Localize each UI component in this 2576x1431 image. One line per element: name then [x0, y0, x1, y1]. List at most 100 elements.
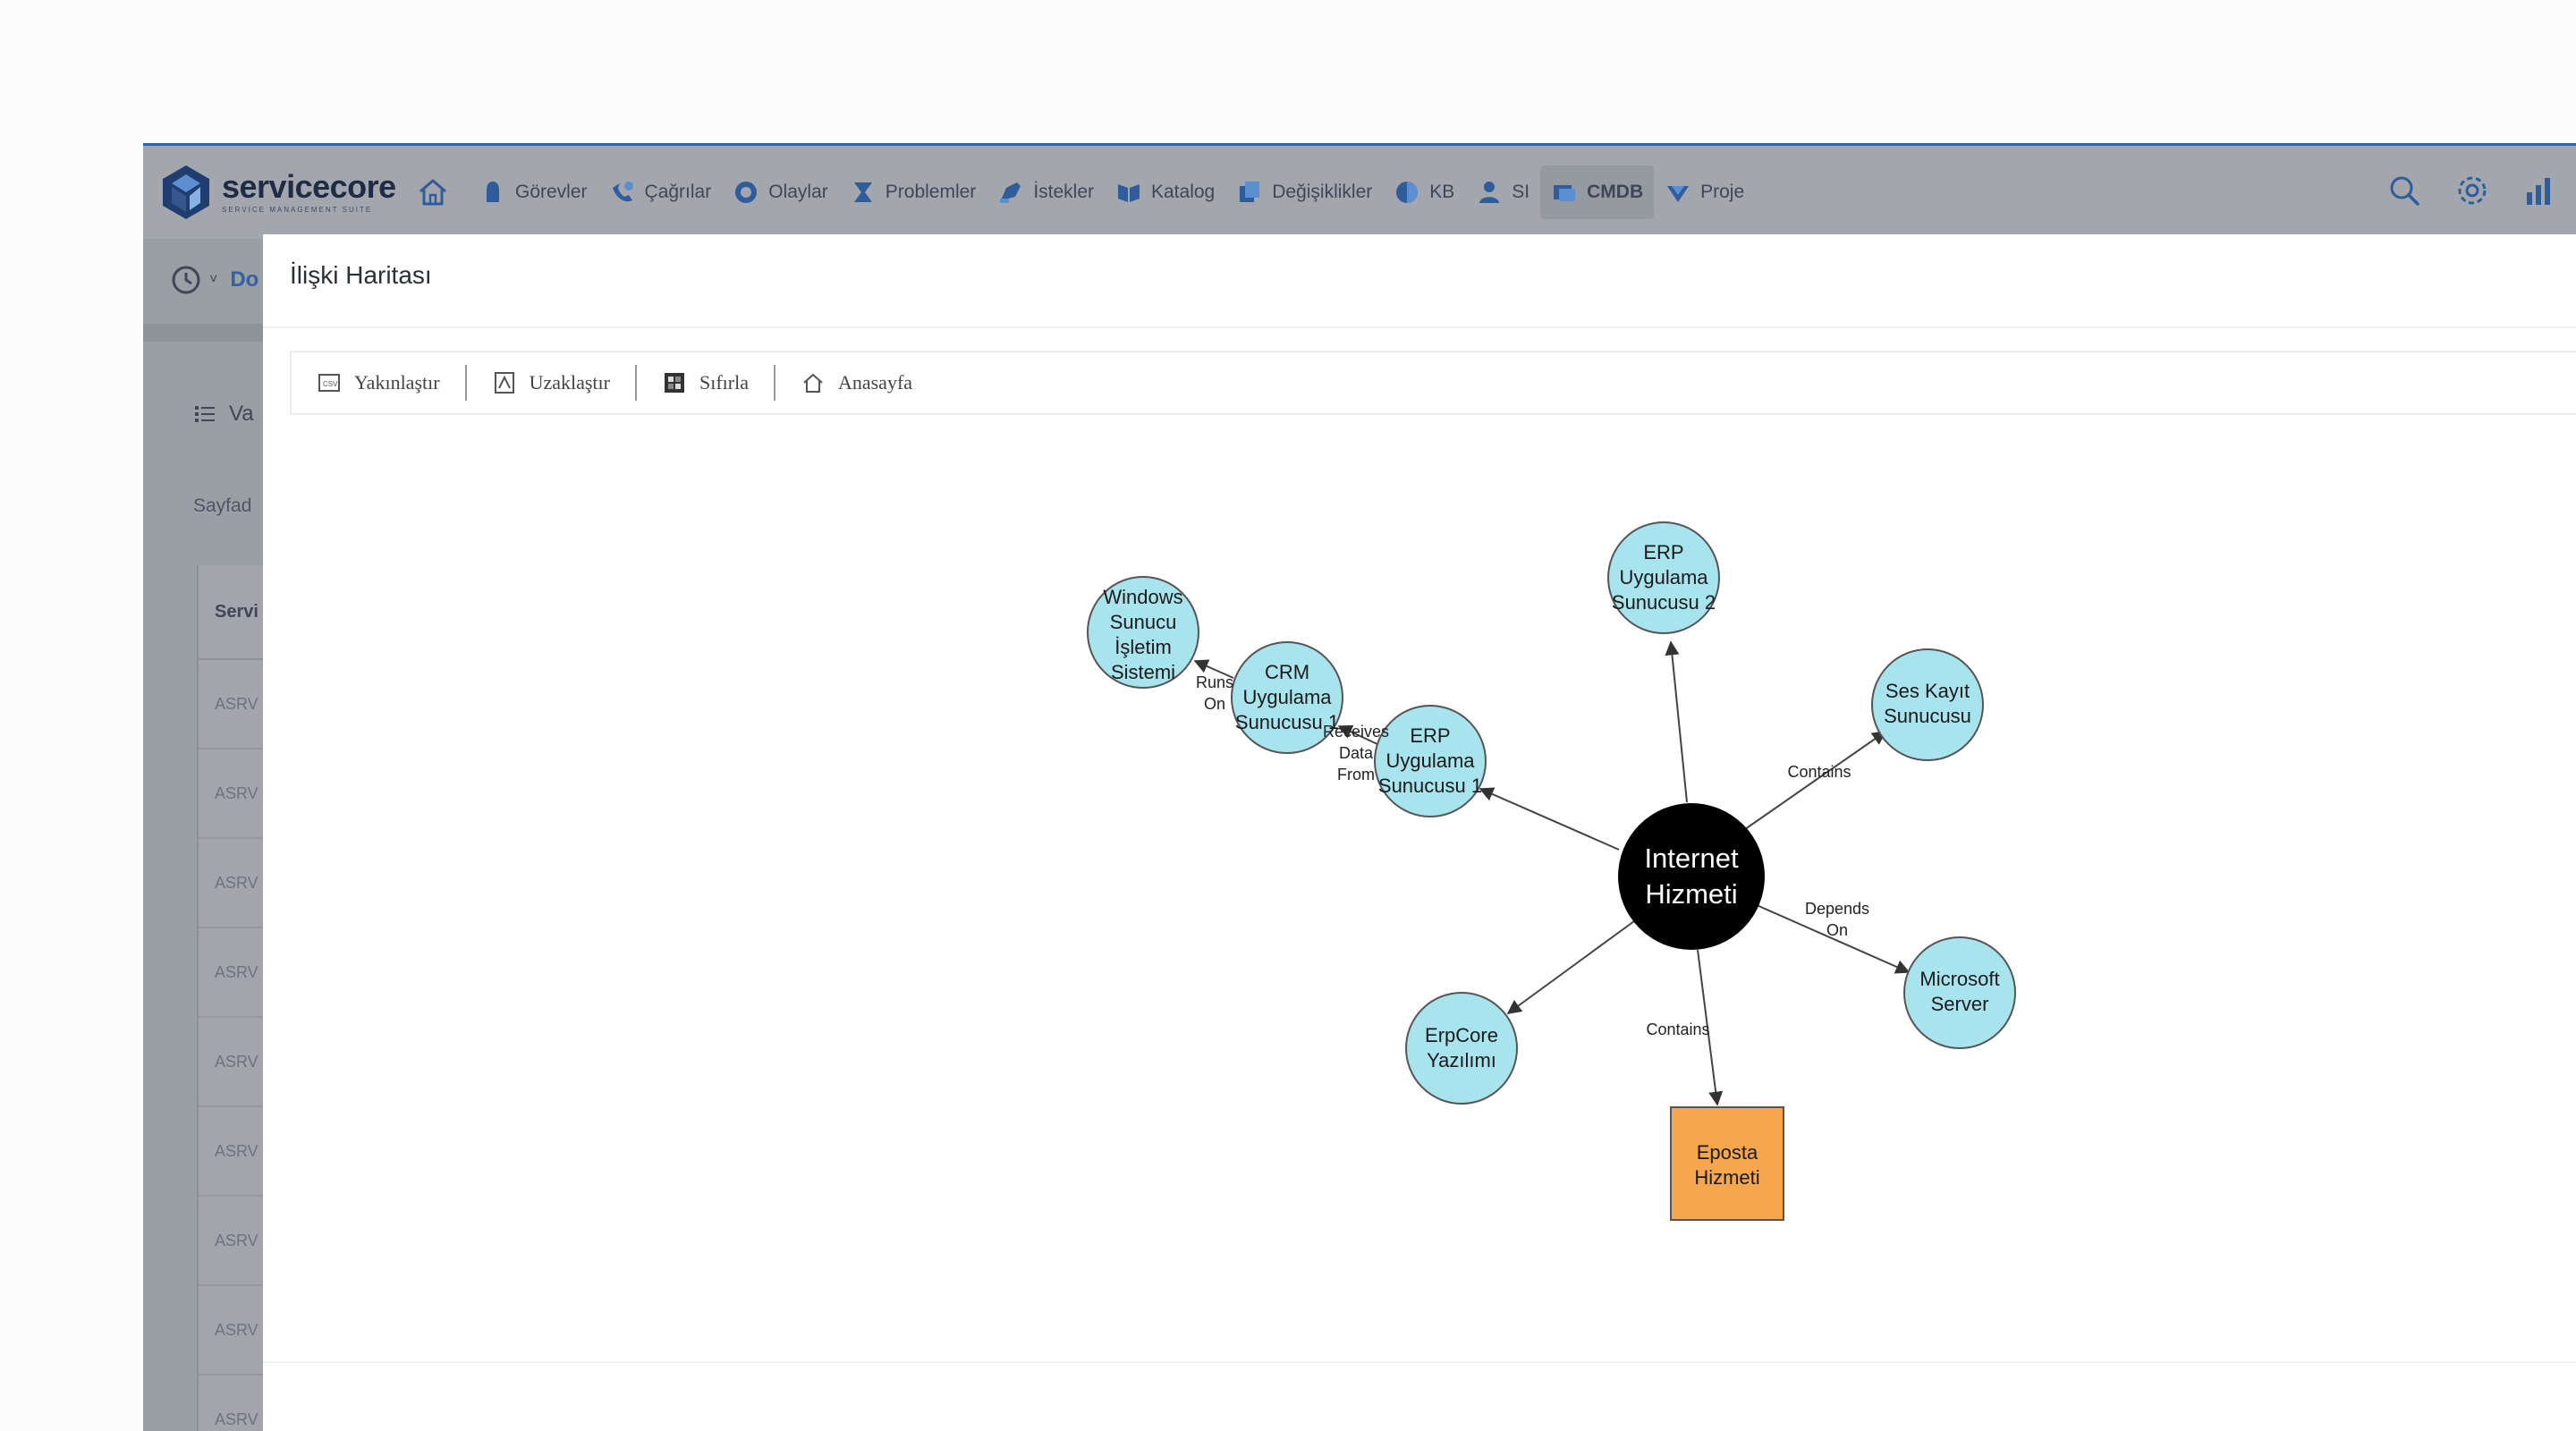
kb-icon — [1396, 182, 1419, 203]
edge-label-crm-windows-1: Runs — [1196, 673, 1233, 691]
node-erp1[interactable]: ERP Uygulama Sunucusu 1 — [1374, 705, 1487, 817]
nav-catalog-label: Katalog — [1151, 182, 1216, 202]
node-center-line1: Internet — [1644, 843, 1739, 874]
node-windows-line1: Windows — [1103, 586, 1182, 608]
node-windows-line3: İşletim — [1114, 636, 1172, 658]
home-icon[interactable] — [415, 174, 451, 210]
history-clock-icon[interactable] — [170, 264, 202, 296]
zoom-in-button[interactable]: CSV Yakınlaştır — [292, 365, 465, 401]
nav-project[interactable]: Proje — [1654, 165, 1755, 219]
nav-catalog[interactable]: Katalog — [1105, 165, 1225, 219]
node-erpcore[interactable]: ErpCore Yazılımı — [1405, 992, 1518, 1105]
nav-requests-label: İstekler — [1033, 182, 1094, 202]
brand-tagline: SERVICE MANAGEMENT SUITE — [222, 206, 373, 214]
node-erp2-line2: Uygulama — [1619, 566, 1708, 588]
nav-kb-label: KB — [1429, 182, 1455, 202]
home-label: Anasayfa — [837, 371, 913, 394]
modal-title: İlişki Haritası — [290, 261, 432, 289]
list-title-text: Va — [229, 402, 254, 426]
nav-changes-label: Değişiklikler — [1272, 182, 1373, 202]
edge-label-erp1-crm-1: Receives — [1323, 723, 1389, 741]
node-erpcore-line1: ErpCore — [1425, 1024, 1498, 1046]
edge-label-ses: Contains — [1787, 763, 1851, 781]
list-title: Va — [193, 402, 254, 427]
nav-problems-label: Problemler — [885, 182, 977, 202]
reset-icon — [664, 373, 684, 393]
catalog-icon — [1118, 184, 1140, 202]
chevron-down-icon[interactable]: ˅ — [209, 272, 217, 288]
requests-icon — [1000, 182, 1021, 203]
brand-logo[interactable]: servicecore SERVICE MANAGEMENT SUITE — [157, 164, 401, 221]
nav-incidents-label: Olaylar — [768, 182, 828, 202]
zoom-out-icon — [494, 372, 514, 394]
problems-icon — [853, 182, 872, 202]
nav-kb[interactable]: KB — [1383, 165, 1465, 219]
edge-label-erp1-crm-3: From — [1337, 766, 1375, 783]
edge-center-erp1 — [1479, 787, 1620, 851]
node-ses-line1: Ses Kayıt — [1885, 680, 1970, 702]
svg-text:CSV: CSV — [323, 380, 338, 388]
zoom-out-label: Uzaklaştır — [529, 371, 610, 394]
node-eposta-line2: Hizmeti — [1694, 1166, 1759, 1189]
node-microsoft-line2: Server — [1931, 993, 1989, 1015]
top-navbar: servicecore SERVICE MANAGEMENT SUITE Gör… — [143, 143, 2576, 239]
node-erp2-line3: Sunucusu 2 — [1612, 591, 1716, 614]
nav-cmdb[interactable]: CMDB — [1540, 165, 1655, 219]
node-erpcore-line2: Yazılımı — [1427, 1049, 1496, 1071]
reports-chart-icon[interactable] — [2522, 173, 2558, 208]
relationship-graph[interactable]: ERP Uygulama Sunucusu 2 Ses Kayıt Sunucu… — [263, 413, 2576, 1415]
nav-incidents[interactable]: Olaylar — [722, 165, 839, 219]
nav-tasks[interactable]: Görevler — [469, 165, 598, 219]
edge-center-erpcore — [1506, 920, 1635, 1014]
edge-center-ses — [1738, 731, 1887, 834]
nav-si[interactable]: SI — [1465, 165, 1540, 219]
incidents-icon — [735, 182, 758, 203]
reset-label: Sıfırla — [699, 371, 749, 394]
graph-toolbar: CSV Yakınlaştır Uzaklaştır Sıfırla Anasa… — [290, 351, 2576, 415]
graph-canvas: ERP Uygulama Sunucusu 2 Ses Kayıt Sunucu… — [1087, 521, 2016, 1221]
nav-requests[interactable]: İstekler — [987, 165, 1105, 219]
search-icon[interactable] — [2386, 173, 2422, 208]
edge-center-erp2 — [1665, 640, 1688, 803]
edge-label-microsoft-1: Depends — [1805, 900, 1869, 918]
nav-calls-label: Çağrılar — [644, 182, 712, 202]
node-windows[interactable]: Windows Sunucu İşletim Sistemi — [1087, 576, 1199, 689]
nav-si-label: SI — [1512, 182, 1530, 202]
modal-divider — [263, 326, 2576, 328]
node-ses-kayit[interactable]: Ses Kayıt Sunucusu — [1871, 648, 1984, 761]
list-icon — [195, 406, 215, 422]
home-button[interactable]: Anasayfa — [773, 365, 937, 401]
subbar-text[interactable]: Do — [230, 267, 258, 292]
si-icon — [1479, 182, 1500, 203]
nav-changes[interactable]: Değişiklikler — [1225, 165, 1383, 219]
node-erp2-line1: ERP — [1643, 541, 1683, 563]
node-erp1-line3: Sunucusu 1 — [1378, 775, 1482, 797]
settings-gear-icon[interactable] — [2454, 173, 2490, 208]
tasks-icon — [487, 182, 499, 202]
edge-label-crm-windows-2: On — [1204, 695, 1225, 713]
modal-footer-divider — [263, 1361, 2576, 1363]
page-size-label: Sayfad — [193, 495, 252, 516]
edge-label-erp1-crm-2: Data — [1339, 744, 1374, 762]
node-internet-hizmeti[interactable]: Internet Hizmeti — [1618, 803, 1765, 950]
cmdb-icon — [1554, 185, 1576, 201]
nav-calls[interactable]: Çağrılar — [598, 165, 723, 219]
reset-button[interactable]: Sıfırla — [634, 365, 774, 401]
node-eposta-line1: Eposta — [1697, 1141, 1758, 1164]
edge-label-eposta: Contains — [1646, 1020, 1709, 1038]
zoom-in-icon: CSV — [318, 374, 340, 392]
servicecore-logo-icon — [163, 165, 209, 219]
zoom-out-button[interactable]: Uzaklaştır — [464, 365, 635, 401]
node-erp1-line1: ERP — [1410, 724, 1450, 747]
node-microsoft-server[interactable]: Microsoft Server — [1903, 936, 2016, 1049]
node-crm-line1: CRM — [1265, 661, 1309, 683]
node-erp2[interactable]: ERP Uygulama Sunucusu 2 — [1607, 521, 1720, 634]
home-icon — [803, 373, 823, 393]
node-eposta-hizmeti[interactable]: Eposta Hizmeti — [1670, 1106, 1784, 1221]
nav-problems[interactable]: Problemler — [839, 165, 987, 219]
nav-tasks-label: Görevler — [515, 182, 588, 202]
zoom-in-label: Yakınlaştır — [354, 371, 440, 394]
node-microsoft-line1: Microsoft — [1919, 968, 1999, 990]
node-crm-line2: Uygulama — [1242, 686, 1332, 708]
node-erp1-line2: Uygulama — [1385, 749, 1475, 772]
